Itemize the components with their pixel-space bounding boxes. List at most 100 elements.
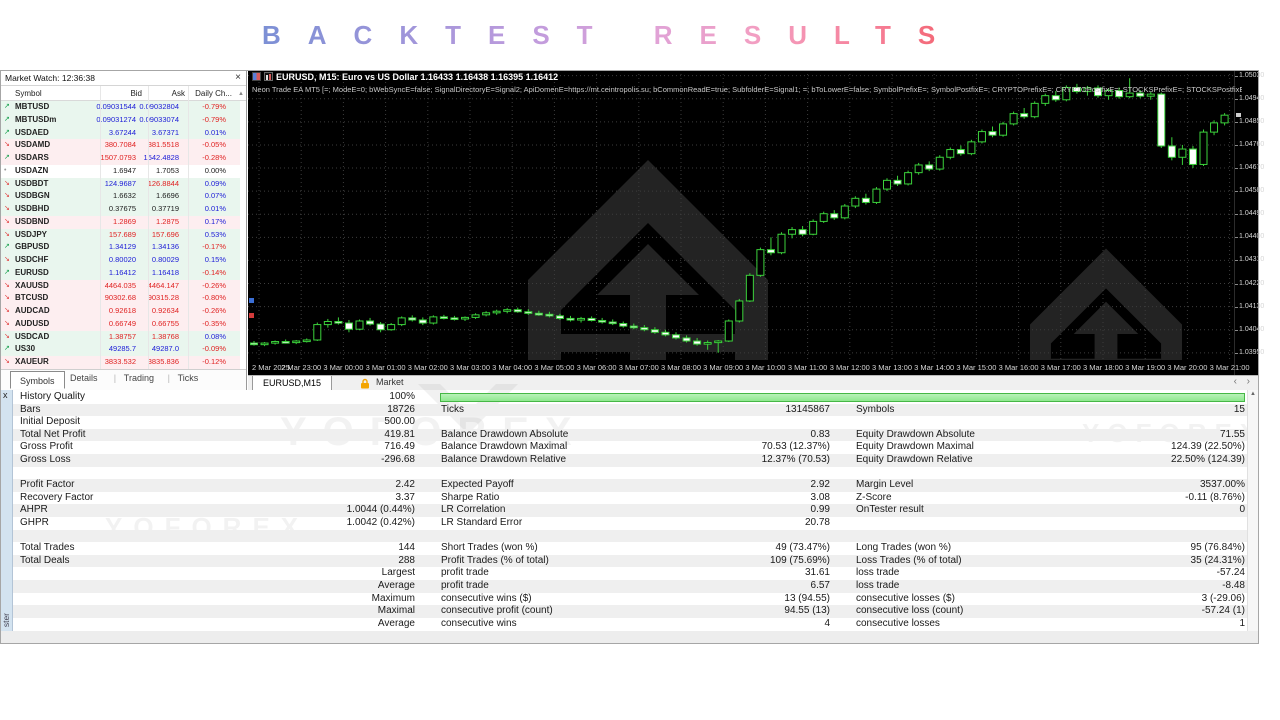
tab-scroll-left-icon[interactable]: ‹ bbox=[1234, 376, 1237, 387]
window-bottom-strip bbox=[0, 631, 1259, 644]
market-watch-row[interactable]: ↘USDBHD0.376750.377190.01% bbox=[0, 203, 240, 216]
column-divider bbox=[100, 86, 101, 369]
candlestick-chart[interactable] bbox=[248, 70, 1234, 360]
close-icon[interactable]: × bbox=[235, 70, 241, 86]
market-watch-row[interactable]: ↘XAUUSD4464.0354464.147-0.26% bbox=[0, 280, 240, 293]
table-row[interactable]: Averageconsecutive wins4consecutive loss… bbox=[13, 618, 1247, 631]
market-watch-row[interactable]: ↘AUDUSD0.667490.66755-0.35% bbox=[0, 318, 240, 331]
stat-value: 109 (75.69%) bbox=[770, 555, 830, 568]
price-axis[interactable]: 1.050301.049401.048501.047601.046701.045… bbox=[1234, 70, 1259, 375]
table-row[interactable]: Bars18726Ticks13145867Symbols15 bbox=[13, 404, 1247, 417]
column-ask[interactable]: Ask bbox=[172, 86, 185, 101]
symbol-cell: BTCUSD bbox=[15, 292, 48, 305]
market-watch-header: Symbol Bid Ask Daily Ch... ▲ bbox=[0, 86, 246, 101]
market-watch-row[interactable]: ↗MBTUSD0.090315440.09032804-0.79% bbox=[0, 101, 240, 114]
market-watch-row[interactable]: ↗US3049285.749287.0-0.09% bbox=[0, 343, 240, 356]
daily-change-cell: 0.07% bbox=[205, 190, 226, 203]
tab-trading[interactable]: Trading bbox=[124, 373, 154, 383]
tester-close-icon[interactable]: x bbox=[3, 390, 8, 400]
market-watch-row[interactable]: ↘USDCHF0.800200.800290.15% bbox=[0, 254, 240, 267]
table-row[interactable]: Gross Loss-296.68Balance Drawdown Relati… bbox=[13, 454, 1247, 467]
table-row[interactable] bbox=[13, 530, 1247, 543]
time-tick-label: 2 Mar 23:00 bbox=[281, 363, 321, 372]
stat-value: 100% bbox=[389, 391, 415, 404]
table-row[interactable]: Total Deals288Profit Trades (% of total)… bbox=[13, 555, 1247, 568]
stat-label: Profit Trades (% of total) bbox=[441, 555, 549, 568]
column-symbol[interactable]: Symbol bbox=[15, 86, 42, 101]
price-tick bbox=[1235, 260, 1238, 261]
time-tick-label: 3 Mar 14:00 bbox=[914, 363, 954, 372]
last-price-marker bbox=[1236, 113, 1241, 117]
market-watch-row[interactable]: ↘USDCAD1.387571.387680.08% bbox=[0, 331, 240, 344]
stat-label: Recovery Factor bbox=[20, 492, 93, 505]
column-daily-change[interactable]: Daily Ch... bbox=[195, 86, 232, 101]
stat-label: Gross Loss bbox=[20, 454, 71, 467]
tab-details[interactable]: Details bbox=[70, 373, 98, 383]
symbol-cell: MBTUSD bbox=[15, 101, 49, 114]
price-tick-label: 1.04670 bbox=[1239, 164, 1264, 171]
stat-label: profit trade bbox=[441, 567, 489, 580]
table-row[interactable]: Profit Factor2.42Expected Payoff2.92Marg… bbox=[13, 479, 1247, 492]
tab-eurusd-m15[interactable]: EURUSD,M15 bbox=[252, 376, 332, 391]
tab-scroll-right-icon[interactable]: › bbox=[1247, 376, 1250, 387]
table-row[interactable]: Total Trades144Short Trades (won %)49 (7… bbox=[13, 542, 1247, 555]
table-row[interactable]: Maximalconsecutive profit (count)94.55 (… bbox=[13, 605, 1247, 618]
market-watch-row[interactable]: ↗MBTUSDm0.090312740.09033074-0.79% bbox=[0, 114, 240, 127]
table-row[interactable]: Maximumconsecutive wins ($)13 (94.55)con… bbox=[13, 593, 1247, 606]
table-row[interactable]: History Quality100% bbox=[13, 391, 1247, 404]
scroll-up-icon[interactable]: ▲ bbox=[238, 87, 244, 102]
ask-cell: 0.09033074 bbox=[139, 114, 179, 127]
table-row[interactable]: Total Net Profit419.81Balance Drawdown A… bbox=[13, 429, 1247, 442]
lock-icon bbox=[360, 378, 370, 389]
market-watch-row[interactable]: ↗GBPUSD1.341291.34136-0.17% bbox=[0, 241, 240, 254]
ask-cell: 3835.836 bbox=[148, 356, 179, 369]
market-watch-row[interactable]: ↘AUDCAD0.926180.92634-0.26% bbox=[0, 305, 240, 318]
time-tick-label: 3 Mar 21:00 bbox=[1210, 363, 1250, 372]
table-row[interactable]: Largestprofit trade31.61loss trade-57.24 bbox=[13, 567, 1247, 580]
market-watch-row[interactable]: ↘XAUEUR3833.5323835.836-0.12% bbox=[0, 356, 240, 369]
stat-label: Short Trades (won %) bbox=[441, 542, 538, 555]
stat-label: consecutive loss (count) bbox=[856, 605, 963, 618]
daily-change-cell: -0.09% bbox=[202, 343, 226, 356]
time-axis[interactable]: 2 Mar 20252 Mar 23:003 Mar 00:003 Mar 01… bbox=[248, 360, 1234, 375]
table-row[interactable]: AHPR1.0044 (0.44%)LR Correlation0.99OnTe… bbox=[13, 504, 1247, 517]
table-row[interactable]: Recovery Factor3.37Sharpe Ratio3.08Z-Sco… bbox=[13, 492, 1247, 505]
chart-panel[interactable]: EURUSD, M15: Euro vs US Dollar 1.16433 1… bbox=[248, 70, 1259, 375]
market-watch-row[interactable]: ↘BTCUSD90302.6890315.28-0.80% bbox=[0, 292, 240, 305]
tab-ticks[interactable]: Ticks bbox=[178, 373, 199, 383]
market-watch-row[interactable]: ↘USDBGN1.66321.66960.07% bbox=[0, 190, 240, 203]
time-tick-label: 3 Mar 16:00 bbox=[999, 363, 1039, 372]
market-watch-row[interactable]: ↘USDBND1.28691.28750.17% bbox=[0, 216, 240, 229]
table-row[interactable]: Gross Profit716.49Balance Drawdown Maxim… bbox=[13, 441, 1247, 454]
table-row[interactable]: Averageprofit trade6.57loss trade-8.48 bbox=[13, 580, 1247, 593]
symbol-cell: USDJPY bbox=[15, 229, 47, 242]
market-watch-row[interactable]: ↗USDAED3.672443.673710.01% bbox=[0, 127, 240, 140]
market-watch-row[interactable]: ↘USDBDT124.9687126.88440.09% bbox=[0, 178, 240, 191]
daily-change-cell: -0.17% bbox=[202, 241, 226, 254]
tab-divider: | bbox=[168, 373, 170, 383]
chart-tab-bar: EURUSD,M15 Market ‹ › bbox=[248, 375, 1259, 390]
table-row[interactable] bbox=[13, 467, 1247, 480]
daily-change-cell: -0.79% bbox=[202, 114, 226, 127]
column-bid[interactable]: Bid bbox=[130, 86, 142, 101]
stat-label: Sharpe Ratio bbox=[441, 492, 499, 505]
symbol-cell: MBTUSDm bbox=[15, 114, 56, 127]
price-tick-label: 1.04490 bbox=[1239, 210, 1264, 217]
market-watch-row[interactable]: ↗EURUSD1.164121.16418-0.14% bbox=[0, 267, 240, 280]
time-tick-label: 3 Mar 20:00 bbox=[1167, 363, 1207, 372]
market-watch-row[interactable]: •USDAZN1.69471.70530.00% bbox=[0, 165, 240, 178]
market-watch-panel: Market Watch: 12:36:38 × Symbol Bid Ask … bbox=[0, 70, 247, 390]
stat-value: 95 (76.84%) bbox=[1191, 542, 1245, 555]
tab-symbols[interactable]: Symbols bbox=[10, 371, 65, 389]
bid-cell: 90302.68 bbox=[105, 292, 136, 305]
up-trend-icon: ↗ bbox=[4, 101, 13, 114]
stat-label: consecutive profit (count) bbox=[441, 605, 553, 618]
tester-scrollbar[interactable]: ▲ bbox=[1247, 390, 1258, 631]
market-watch-row[interactable]: ↗USDARS1507.07931542.4828-0.28% bbox=[0, 152, 240, 165]
scroll-up-icon[interactable]: ▲ bbox=[1250, 391, 1256, 397]
price-tick-label: 1.04310 bbox=[1239, 256, 1264, 263]
table-row[interactable]: GHPR1.0042 (0.42%)LR Standard Error20.78 bbox=[13, 517, 1247, 530]
market-watch-row[interactable]: ↘USDAMD380.7084381.5518-0.05% bbox=[0, 139, 240, 152]
market-watch-row[interactable]: ↘USDJPY157.689157.6960.53% bbox=[0, 229, 240, 242]
table-row[interactable]: Initial Deposit500.00 bbox=[13, 416, 1247, 429]
